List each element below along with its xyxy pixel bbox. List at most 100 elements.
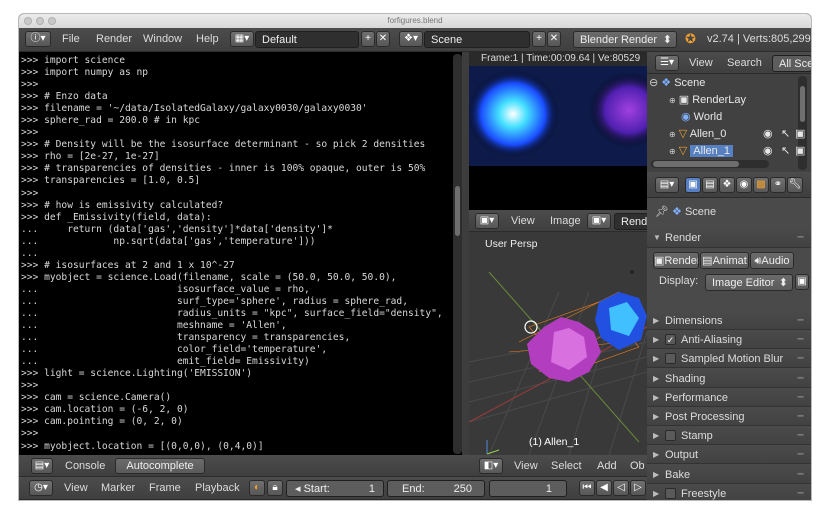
expand-icon[interactable]: ⊕ <box>669 147 676 156</box>
panel-checkbox[interactable] <box>665 488 676 499</box>
panel-stamp[interactable]: ▶ Stamp ▪▪▪▪ <box>647 427 811 445</box>
panel-drag-icon[interactable]: ▪▪▪▪ <box>797 485 804 500</box>
menu-render[interactable]: Render <box>96 28 132 50</box>
menu-file[interactable]: File <box>62 28 80 50</box>
panel-freestyle[interactable]: ▶ Freestyle ▪▪▪▪ <box>647 485 811 500</box>
pin-icon[interactable]: 📌︎ <box>655 206 669 218</box>
console-menu[interactable]: Console <box>65 455 105 477</box>
expand-icon[interactable]: ⊕ <box>669 96 676 105</box>
selectable-cursor-icon[interactable]: ↖ <box>781 126 790 143</box>
3d-cursor-icon[interactable] <box>524 320 538 334</box>
panel-shading[interactable]: ▶ Shading ▪▪▪▪ <box>647 370 811 388</box>
panel-checkbox[interactable]: ✓ <box>665 334 676 345</box>
render-button[interactable]: ▣Render <box>653 252 699 269</box>
renderable-camera-icon[interactable]: ▣ <box>795 143 805 160</box>
renderable-camera-icon[interactable]: ▣ <box>795 126 805 143</box>
panel-output[interactable]: ▶ Output ▪▪▪▪ <box>647 446 811 464</box>
timeline-menu-marker[interactable]: Marker <box>101 477 135 499</box>
panel-drag-icon[interactable]: ▪▪▪▪ <box>797 427 804 445</box>
add-scene-icon[interactable]: + <box>532 31 546 47</box>
add-screen-icon[interactable]: + <box>361 31 375 47</box>
image-browse-icon[interactable]: ▣▾ <box>587 213 611 229</box>
scene-icon[interactable]: ❖▾ <box>399 31 423 47</box>
panel-drag-icon[interactable]: ▪▪▪▪ <box>797 370 804 388</box>
outliner-menu-search[interactable]: Search <box>727 52 762 74</box>
viewport-menu-select[interactable]: Select <box>551 455 582 477</box>
editor-type-info-icon[interactable]: ⓘ▾ <box>25 31 51 47</box>
zoom-window-icon[interactable] <box>48 17 56 25</box>
render-tab-camera-icon[interactable]: ▣ <box>685 177 701 193</box>
start-frame-field[interactable]: ◂ Start: 1 <box>286 480 384 497</box>
viewport-menu-object[interactable]: Ob <box>630 455 645 477</box>
panel-checkbox[interactable] <box>665 430 676 441</box>
timeline-menu-frame[interactable]: Frame <box>149 477 181 499</box>
outliner-item-allen-1[interactable]: ⊕ ▽ Allen_1 ◉ ↖ ▣ <box>669 143 805 160</box>
console-scroll-thumb[interactable] <box>455 186 460 236</box>
editor-type-properties-icon[interactable]: ▤▾ <box>655 177 679 193</box>
image-menu-view[interactable]: View <box>511 210 535 232</box>
outliner-item-world[interactable]: ◉ World <box>681 109 722 126</box>
play-reverse-icon[interactable]: ◁ <box>613 480 629 496</box>
editor-type-image-icon[interactable]: ▣▾ <box>475 213 499 229</box>
selectable-cursor-icon[interactable]: ↖ <box>781 143 790 160</box>
panel-bake[interactable]: ▶ Bake ▪▪▪▪ <box>647 466 811 484</box>
render-engine-dropdown[interactable]: Blender Render ⬍ <box>573 31 677 48</box>
lock-icon[interactable]: 🔒︎ <box>267 480 283 496</box>
panel-anti-aliasing[interactable]: ▶ ✓ Anti-Aliasing ▪▪▪▪ <box>647 331 811 349</box>
scene-tab-icon[interactable]: ❖ <box>719 177 735 193</box>
outliner-hscrollbar[interactable] <box>651 160 769 168</box>
panel-drag-icon[interactable]: ▪▪▪▪ <box>797 350 804 368</box>
panel-drag-icon[interactable]: ▪▪▪▪ <box>797 408 804 426</box>
render-result-view[interactable]: Frame:1 | Time:00:09.64 | Ve:80529 <box>469 52 659 210</box>
visibility-eye-icon[interactable]: ◉ <box>763 143 773 160</box>
panel-drag-icon[interactable]: ▪▪▪▪ <box>797 312 804 330</box>
modifiers-tab-icon[interactable]: 🔧︎ <box>787 177 803 193</box>
screen-layout-icon[interactable]: ▦▾ <box>230 31 254 47</box>
end-frame-field[interactable]: End: 250 <box>387 480 485 497</box>
world-tab-icon[interactable]: ◉ <box>736 177 752 193</box>
editor-type-console-icon[interactable]: ▤▾ <box>31 458 53 474</box>
collapse-icon[interactable]: ⊖ <box>649 77 658 89</box>
constraints-tab-icon[interactable]: ⚭ <box>770 177 786 193</box>
console-scrollbar[interactable] <box>453 54 462 454</box>
panel-drag-icon[interactable]: ▪▪▪▪ <box>797 389 804 407</box>
screen-layout-field[interactable]: Default <box>255 31 359 48</box>
outliner-item-allen-0[interactable]: ⊕ ▽ Allen_0 ◉ ↖ ▣ <box>669 126 805 143</box>
preview-range-icon[interactable]: ◐ <box>249 480 265 496</box>
panel-drag-icon[interactable]: ▪▪▪▪ <box>797 446 804 464</box>
outliner-hscroll-thumb[interactable] <box>653 161 739 167</box>
editor-type-timeline-icon[interactable]: ◷▾ <box>29 480 53 496</box>
lamp-icon[interactable] <box>630 270 634 274</box>
scene-field[interactable]: Scene <box>424 31 530 48</box>
python-console[interactable]: >>> import science >>> import numpy as np… <box>19 52 462 455</box>
menu-window[interactable]: Window <box>143 28 182 50</box>
visibility-eye-icon[interactable]: ◉ <box>763 126 773 143</box>
audio-button[interactable]: 🔊︎Audio <box>750 252 794 269</box>
timeline-menu-view[interactable]: View <box>64 477 88 499</box>
panel-post-processing[interactable]: ▶ Post Processing ▪▪▪▪ <box>647 408 811 426</box>
panel-drag-icon[interactable]: ▪▪▪▪ <box>797 466 804 484</box>
panel-drag-icon[interactable]: ▪▪▪▪ <box>797 331 804 349</box>
editor-type-outliner-icon[interactable]: ☰▾ <box>655 55 679 71</box>
outliner-item-scene[interactable]: ⊖ ❖ Scene <box>649 75 705 92</box>
panel-sampled-motion-blur[interactable]: ▶ Sampled Motion Blur ▪▪▪▪ <box>647 350 811 368</box>
viewport-menu-add[interactable]: Add <box>597 455 617 477</box>
remove-scene-icon[interactable]: ✕ <box>547 31 561 47</box>
autocomplete-button[interactable]: Autocomplete <box>115 458 205 474</box>
close-window-icon[interactable] <box>24 17 32 25</box>
lock-interface-icon[interactable]: ▣ <box>795 274 809 290</box>
animation-button[interactable]: ▤Animat <box>700 252 749 269</box>
panel-checkbox[interactable] <box>665 353 676 364</box>
panel-drag-icon[interactable]: ▪▪▪▪ <box>797 228 804 248</box>
outliner-scroll-thumb[interactable] <box>800 86 805 122</box>
editor-type-3dview-icon[interactable]: ◧▾ <box>479 458 503 474</box>
remove-screen-icon[interactable]: ✕ <box>376 31 390 47</box>
panel-performance[interactable]: ▶ Performance ▪▪▪▪ <box>647 389 811 407</box>
play-icon[interactable]: ▷ <box>630 480 646 496</box>
viewport-menu-view[interactable]: View <box>514 455 538 477</box>
render-layers-tab-icon[interactable]: ▤ <box>702 177 718 193</box>
menu-help[interactable]: Help <box>196 28 219 50</box>
jump-start-icon[interactable]: ⏮ <box>579 480 595 496</box>
3d-viewport[interactable]: User Persp (1) Allen_1 <box>469 232 647 455</box>
display-dropdown[interactable]: Image Editor ⬍ <box>705 274 793 291</box>
